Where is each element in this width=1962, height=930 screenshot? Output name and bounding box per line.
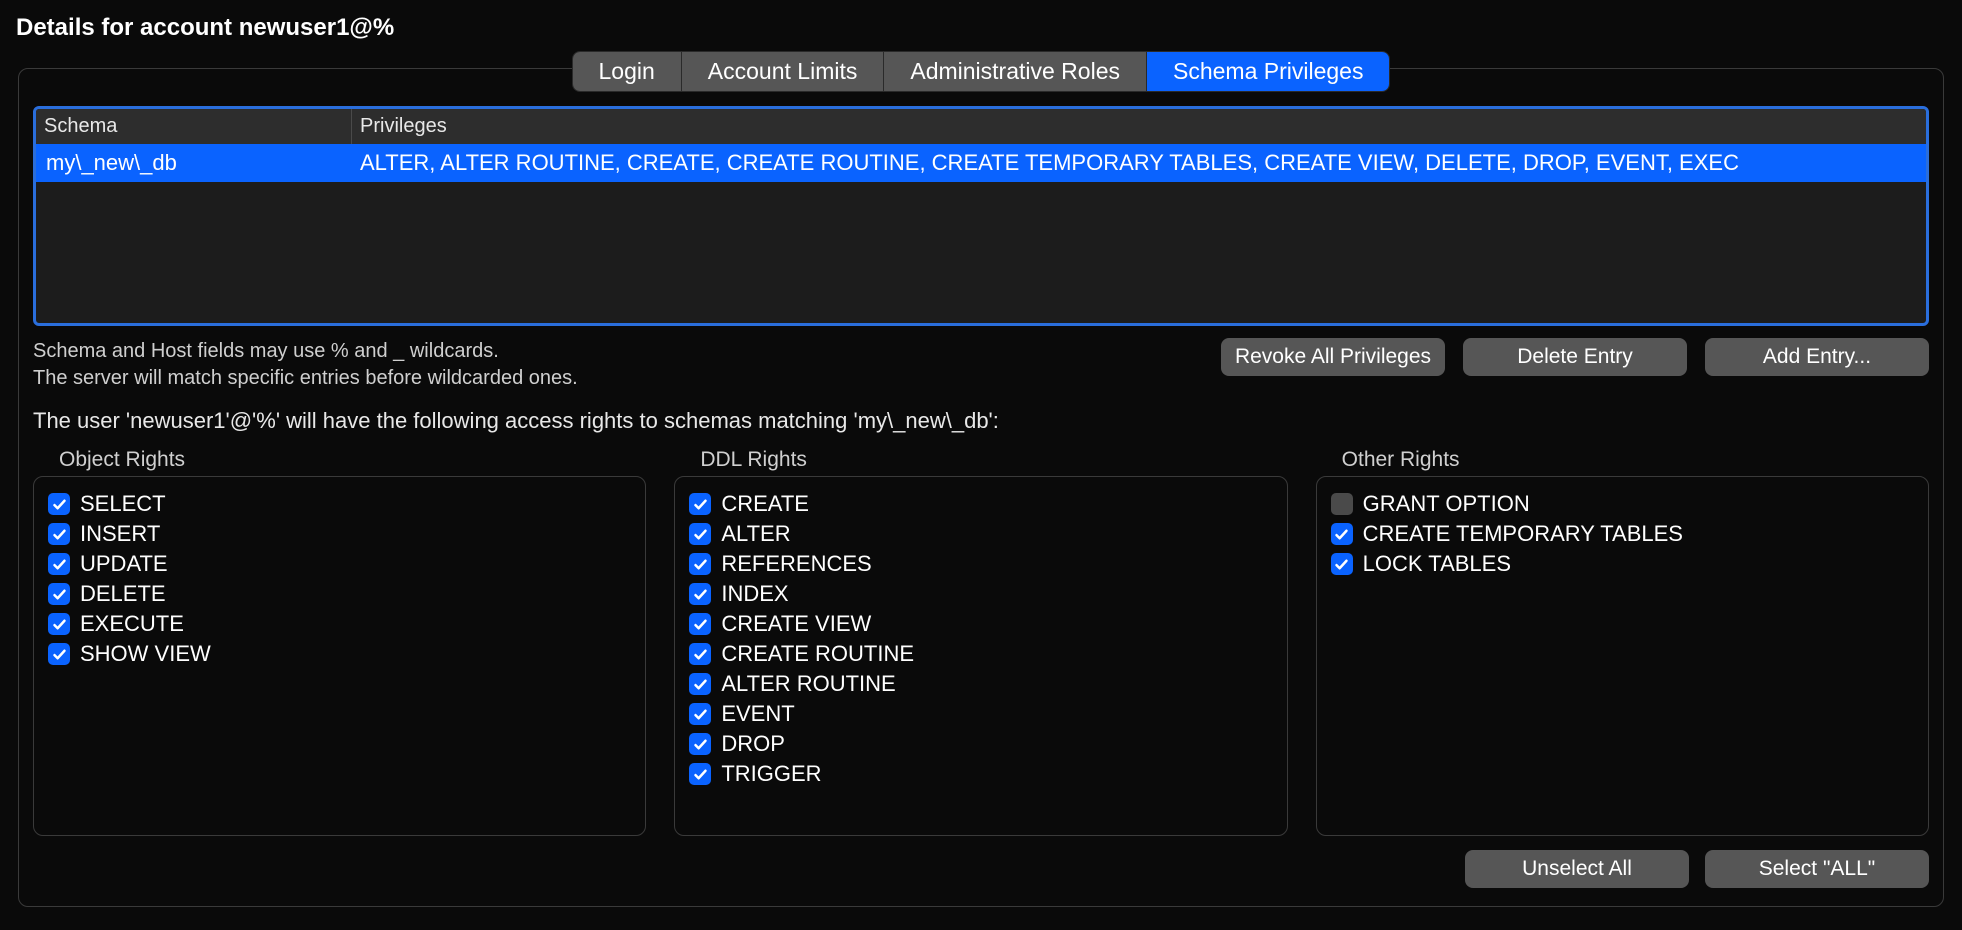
checkbox[interactable] xyxy=(689,703,711,725)
checkbox-label: INDEX xyxy=(721,581,788,607)
object-rights-title: Object Rights xyxy=(59,448,646,472)
add-entry-button[interactable]: Add Entry... xyxy=(1705,338,1929,376)
tab-bar: LoginAccount LimitsAdministrative RolesS… xyxy=(572,51,1391,92)
ddl-right-item: ALTER xyxy=(689,519,1272,549)
checkbox-label: GRANT OPTION xyxy=(1363,491,1530,517)
checkbox[interactable] xyxy=(689,493,711,515)
checkbox[interactable] xyxy=(1331,553,1353,575)
checkbox[interactable] xyxy=(689,673,711,695)
privileges-cell: ALTER, ALTER ROUTINE, CREATE, CREATE ROU… xyxy=(352,144,1926,182)
hint-line: Schema and Host fields may use % and _ w… xyxy=(33,338,1201,365)
schema-privileges-panel: LoginAccount LimitsAdministrative RolesS… xyxy=(18,68,1944,907)
object-right-item: UPDATE xyxy=(48,549,631,579)
checkbox[interactable] xyxy=(689,613,711,635)
select-all-button[interactable]: Select "ALL" xyxy=(1705,850,1929,888)
ddl-right-item: CREATE ROUTINE xyxy=(689,639,1272,669)
checkbox[interactable] xyxy=(48,583,70,605)
checkbox[interactable] xyxy=(689,763,711,785)
other-rights-box: GRANT OPTION CREATE TEMPORARY TABLES LOCK … xyxy=(1316,476,1929,836)
page-title: Details for account newuser1@% xyxy=(0,0,1962,42)
tab-account-limits[interactable]: Account Limits xyxy=(682,52,885,91)
ddl-rights-box: CREATE ALTER REFERENCES INDEX CREATE VIEW CRE… xyxy=(674,476,1287,836)
other-right-item: LOCK TABLES xyxy=(1331,549,1914,579)
checkbox-label: INSERT xyxy=(80,521,160,547)
checkbox-label: DROP xyxy=(721,731,785,757)
checkbox-label: TRIGGER xyxy=(721,761,821,787)
object-rights-box: SELECT INSERT UPDATE DELETE EXECUTE SHOW VIEW xyxy=(33,476,646,836)
entry-button-row: Revoke All Privileges Delete Entry Add E… xyxy=(1221,338,1929,376)
tab-login[interactable]: Login xyxy=(573,52,682,91)
unselect-all-button[interactable]: Unselect All xyxy=(1465,850,1689,888)
checkbox-label: DELETE xyxy=(80,581,166,607)
checkbox-label: ALTER ROUTINE xyxy=(721,671,895,697)
ddl-right-item: CREATE xyxy=(689,489,1272,519)
checkbox[interactable] xyxy=(689,583,711,605)
object-right-item: SELECT xyxy=(48,489,631,519)
checkbox[interactable] xyxy=(48,553,70,575)
checkbox-label: CREATE xyxy=(721,491,809,517)
checkbox[interactable] xyxy=(48,643,70,665)
object-right-item: EXECUTE xyxy=(48,609,631,639)
wildcard-hint: Schema and Host fields may use % and _ w… xyxy=(33,338,1201,392)
revoke-all-button[interactable]: Revoke All Privileges xyxy=(1221,338,1445,376)
ddl-right-item: DROP xyxy=(689,729,1272,759)
select-button-row: Unselect All Select "ALL" xyxy=(33,850,1929,888)
object-right-item: DELETE xyxy=(48,579,631,609)
col-header-privileges: Privileges xyxy=(352,109,1926,144)
other-right-item: CREATE TEMPORARY TABLES xyxy=(1331,519,1914,549)
tab-administrative-roles[interactable]: Administrative Roles xyxy=(884,52,1147,91)
checkbox[interactable] xyxy=(48,493,70,515)
checkbox[interactable] xyxy=(689,643,711,665)
ddl-right-item: EVENT xyxy=(689,699,1272,729)
checkbox-label: EXECUTE xyxy=(80,611,184,637)
checkbox-label: SHOW VIEW xyxy=(80,641,211,667)
rights-groups: Object Rights SELECT INSERT UPDATE DELETE EX… xyxy=(33,448,1929,836)
checkbox[interactable] xyxy=(689,733,711,755)
table-row[interactable]: my\_new\_dbALTER, ALTER ROUTINE, CREATE,… xyxy=(36,144,1926,182)
checkbox[interactable] xyxy=(689,553,711,575)
checkbox-label: UPDATE xyxy=(80,551,168,577)
checkbox-label: LOCK TABLES xyxy=(1363,551,1511,577)
object-right-item: SHOW VIEW xyxy=(48,639,631,669)
ddl-right-item: CREATE VIEW xyxy=(689,609,1272,639)
access-rights-description: The user 'newuser1'@'%' will have the fo… xyxy=(33,408,1929,434)
checkbox-label: CREATE ROUTINE xyxy=(721,641,914,667)
checkbox-label: EVENT xyxy=(721,701,794,727)
schema-table[interactable]: Schema Privileges my\_new\_dbALTER, ALTE… xyxy=(33,106,1929,326)
checkbox-label: CREATE TEMPORARY TABLES xyxy=(1363,521,1683,547)
ddl-rights-title: DDL Rights xyxy=(700,448,1287,472)
checkbox[interactable] xyxy=(48,523,70,545)
col-header-schema: Schema xyxy=(36,109,352,144)
checkbox-label: CREATE VIEW xyxy=(721,611,871,637)
checkbox[interactable] xyxy=(1331,493,1353,515)
other-rights-title: Other Rights xyxy=(1342,448,1929,472)
delete-entry-button[interactable]: Delete Entry xyxy=(1463,338,1687,376)
other-right-item: GRANT OPTION xyxy=(1331,489,1914,519)
checkbox[interactable] xyxy=(48,613,70,635)
checkbox[interactable] xyxy=(1331,523,1353,545)
checkbox-label: REFERENCES xyxy=(721,551,871,577)
schema-table-header: Schema Privileges xyxy=(36,109,1926,144)
hint-line: The server will match specific entries b… xyxy=(33,365,1201,392)
object-right-item: INSERT xyxy=(48,519,631,549)
ddl-right-item: REFERENCES xyxy=(689,549,1272,579)
checkbox-label: ALTER xyxy=(721,521,790,547)
ddl-right-item: TRIGGER xyxy=(689,759,1272,789)
ddl-right-item: ALTER ROUTINE xyxy=(689,669,1272,699)
schema-cell: my\_new\_db xyxy=(36,144,352,182)
tab-schema-privileges[interactable]: Schema Privileges xyxy=(1147,52,1389,91)
ddl-right-item: INDEX xyxy=(689,579,1272,609)
checkbox-label: SELECT xyxy=(80,491,166,517)
checkbox[interactable] xyxy=(689,523,711,545)
